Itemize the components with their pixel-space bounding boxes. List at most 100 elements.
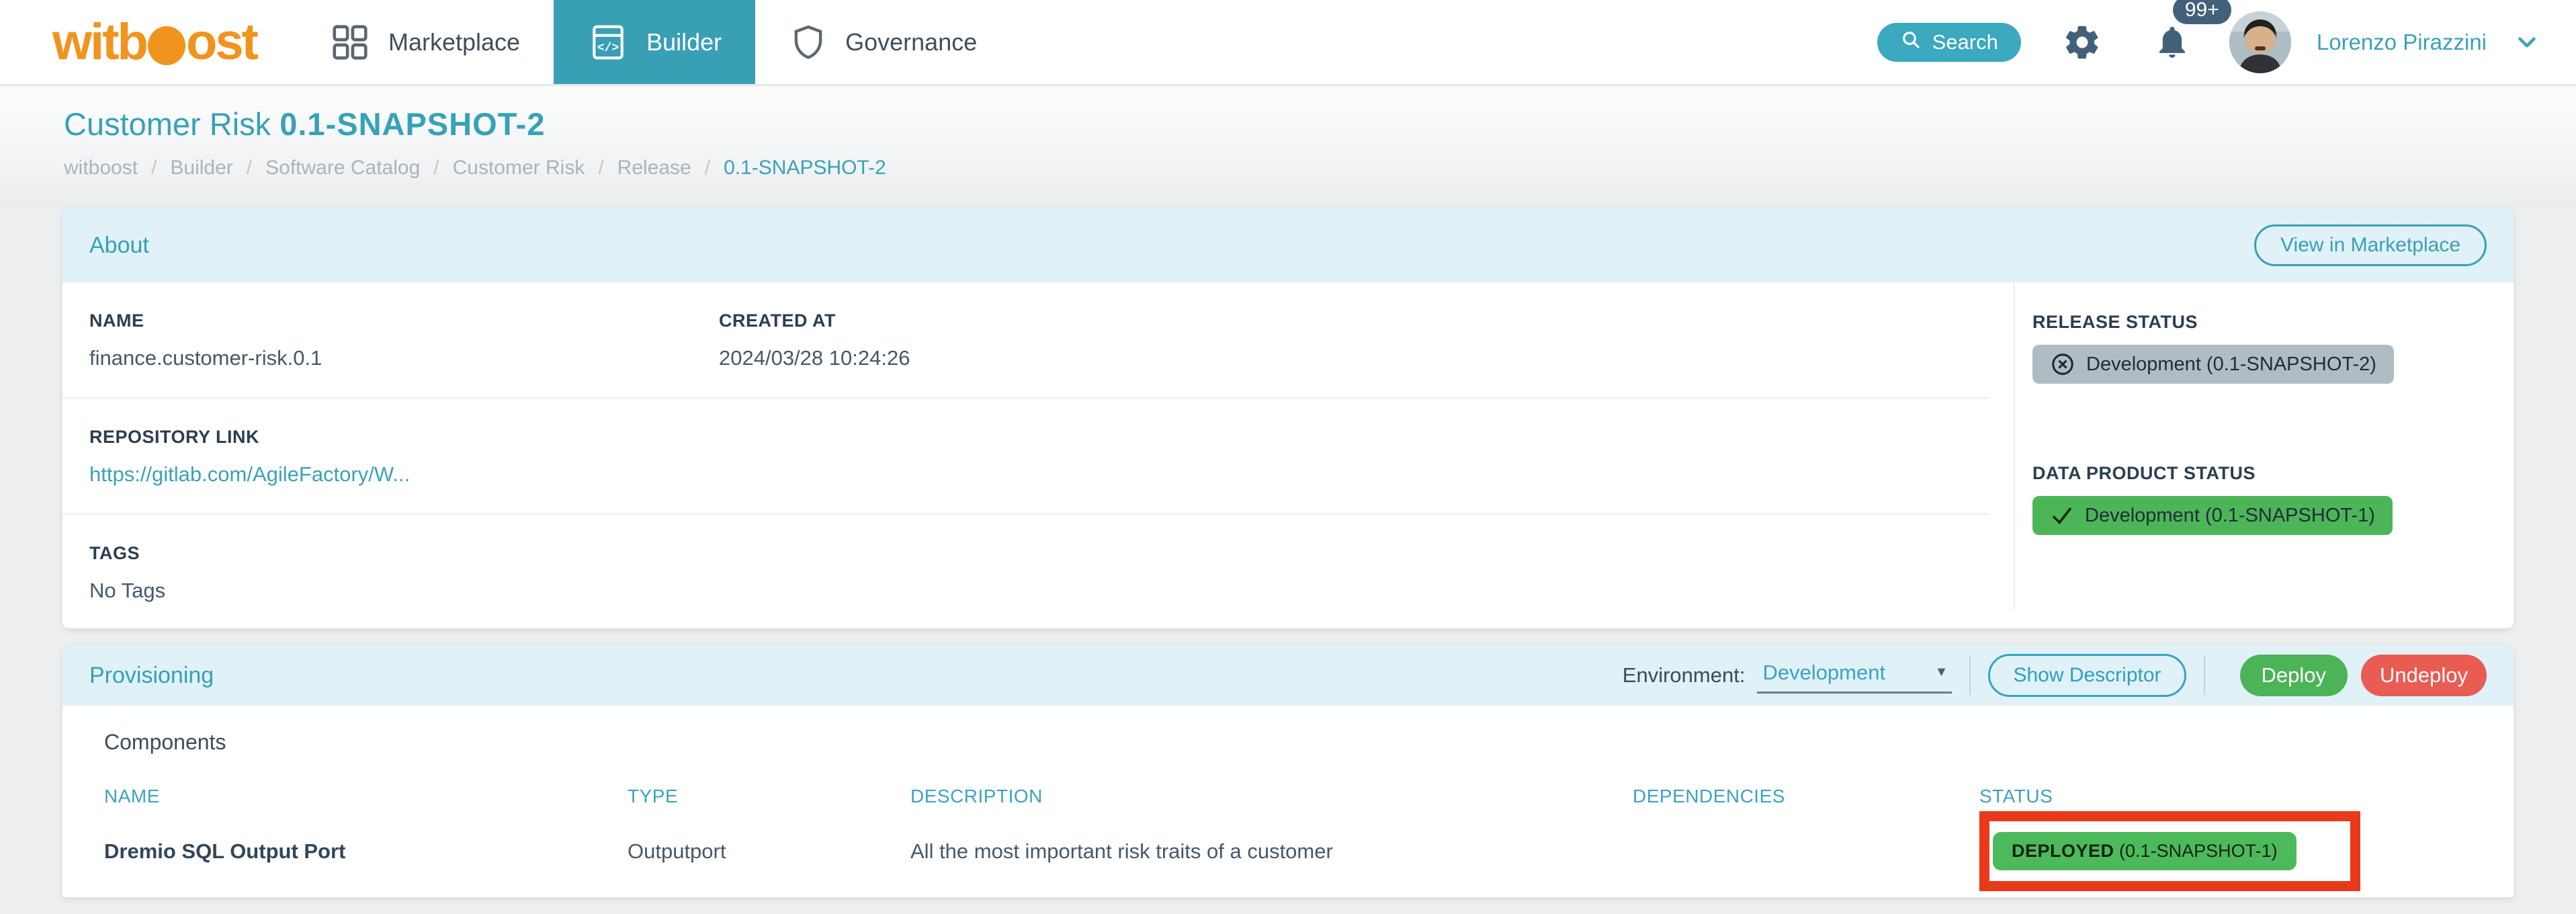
avatar[interactable] bbox=[2229, 11, 2291, 73]
field-created-at: CREATED AT 2024/03/28 10:24:26 bbox=[719, 310, 1348, 370]
avatar-photo bbox=[2229, 11, 2291, 73]
show-descriptor-button[interactable]: Show Descriptor bbox=[1988, 654, 2186, 697]
main-nav: Marketplace </> Builder G bbox=[296, 0, 1011, 84]
data-product-status-badge: Development (0.1-SNAPSHOT-1) bbox=[2032, 496, 2393, 535]
status-detail-text: (0.1-SNAPSHOT-1) bbox=[2119, 841, 2278, 861]
breadcrumb-separator: / bbox=[247, 157, 252, 179]
column-header-dependencies: DEPENDENCIES bbox=[1633, 786, 1979, 807]
page-title: Customer Risk 0.1-SNAPSHOT-2 bbox=[64, 106, 546, 142]
check-icon bbox=[2050, 503, 2074, 528]
data-product-status-text: Development (0.1-SNAPSHOT-1) bbox=[2085, 505, 2375, 527]
provisioning-card-header: Provisioning Environment: Development ▼ … bbox=[62, 645, 2514, 706]
breadcrumb-separator: / bbox=[151, 157, 157, 179]
environment-select[interactable]: Development ▼ bbox=[1757, 658, 1952, 694]
page-title-regular: Customer Risk bbox=[64, 106, 271, 142]
field-repository-link: REPOSITORY LINK https://gitlab.com/Agile… bbox=[89, 427, 719, 487]
about-row-1: NAME finance.customer-risk.0.1 CREATED A… bbox=[62, 282, 1989, 399]
about-status-column: RELEASE STATUS Development (0.1-SNAPSHOT… bbox=[2032, 312, 2394, 535]
grid-icon bbox=[329, 22, 371, 63]
nav-item-label: Builder bbox=[646, 28, 722, 56]
column-header-status: STATUS bbox=[1979, 786, 2487, 807]
logo-o-dot bbox=[148, 26, 185, 65]
top-nav-bar: witbost Marketplace </> bbox=[0, 0, 2576, 85]
component-name-cell[interactable]: Dremio SQL Output Port bbox=[104, 839, 628, 864]
component-status-badge: DEPLOYED (0.1-SNAPSHOT-1) bbox=[1993, 832, 2296, 870]
nav-item-builder[interactable]: </> Builder bbox=[554, 0, 755, 84]
user-name[interactable]: Lorenzo Pirazzini bbox=[2317, 30, 2487, 55]
breadcrumb: witboost / Builder / Software Catalog / … bbox=[64, 157, 886, 179]
column-header-type: TYPE bbox=[628, 786, 910, 807]
shield-icon bbox=[789, 23, 828, 62]
provisioning-card: Provisioning Environment: Development ▼ … bbox=[62, 645, 2514, 897]
logo-text-post: ost bbox=[186, 13, 257, 71]
provisioning-controls: Environment: Development ▼ Show Descript… bbox=[1623, 654, 2487, 697]
nav-item-marketplace[interactable]: Marketplace bbox=[296, 0, 554, 84]
about-card-body: NAME finance.customer-risk.0.1 CREATED A… bbox=[62, 282, 2514, 628]
logo-text-pre: witb bbox=[52, 13, 146, 71]
breadcrumb-item-release[interactable]: Release bbox=[617, 157, 691, 179]
page-title-version: 0.1-SNAPSHOT-2 bbox=[280, 106, 545, 142]
components-title: Components bbox=[104, 730, 2487, 755]
controls-divider bbox=[1969, 656, 1971, 695]
field-repository-link-label: REPOSITORY LINK bbox=[89, 427, 719, 448]
notifications-button[interactable]: 99+ bbox=[2154, 24, 2190, 60]
header-right-cluster: Search 99+ bbox=[1877, 0, 2539, 84]
settings-button[interactable] bbox=[2063, 23, 2102, 62]
about-section-title: About bbox=[89, 233, 149, 259]
field-name-value: finance.customer-risk.0.1 bbox=[89, 346, 719, 370]
app-root: witbost Marketplace </> bbox=[0, 0, 2576, 914]
select-arrow-icon: ▼ bbox=[1935, 665, 1948, 680]
field-tags-value: No Tags bbox=[89, 579, 719, 603]
release-status-badge: Development (0.1-SNAPSHOT-2) bbox=[2032, 345, 2394, 384]
spacer bbox=[2032, 384, 2394, 463]
about-card-header: About View in Marketplace bbox=[62, 208, 2514, 282]
table-row[interactable]: Dremio SQL Output Port Outputport All th… bbox=[104, 811, 2487, 891]
annotation-highlight-box: DEPLOYED (0.1-SNAPSHOT-1) bbox=[1979, 811, 2360, 891]
deploy-button[interactable]: Deploy bbox=[2240, 655, 2348, 696]
component-description-cell: All the most important risk traits of a … bbox=[910, 839, 1633, 864]
notifications-count-badge: 99+ bbox=[2173, 0, 2231, 24]
undeploy-button[interactable]: Undeploy bbox=[2361, 655, 2487, 696]
components-table: NAME TYPE DESCRIPTION DEPENDENCIES STATU… bbox=[104, 786, 2487, 891]
environment-selected-value: Development bbox=[1762, 661, 1885, 685]
nav-item-governance[interactable]: Governance bbox=[755, 0, 1011, 84]
status-main-text: DEPLOYED bbox=[2012, 841, 2114, 861]
column-header-name: NAME bbox=[104, 786, 628, 807]
search-icon bbox=[1900, 29, 1922, 56]
page-header-zone: Customer Risk 0.1-SNAPSHOT-2 witboost / … bbox=[0, 87, 2576, 208]
breadcrumb-item-current: 0.1-SNAPSHOT-2 bbox=[724, 157, 886, 179]
field-created-at-label: CREATED AT bbox=[719, 310, 1348, 331]
breadcrumb-separator: / bbox=[705, 157, 710, 179]
about-vertical-divider bbox=[2014, 282, 2015, 610]
data-product-status-label: DATA PRODUCT STATUS bbox=[2032, 463, 2394, 484]
view-in-marketplace-button[interactable]: View in Marketplace bbox=[2254, 224, 2487, 266]
controls-divider bbox=[2204, 656, 2205, 695]
about-card: About View in Marketplace NAME finance.c… bbox=[62, 208, 2514, 628]
field-tags: TAGS No Tags bbox=[89, 543, 719, 603]
search-button[interactable]: Search bbox=[1877, 23, 2021, 62]
witboost-logo[interactable]: witbost bbox=[52, 0, 257, 84]
component-status-cell: DEPLOYED (0.1-SNAPSHOT-1) bbox=[1979, 811, 2487, 891]
nav-item-label: Governance bbox=[845, 28, 977, 56]
search-button-label: Search bbox=[1932, 30, 1998, 54]
user-menu-toggle[interactable] bbox=[2515, 30, 2539, 54]
chevron-down-icon bbox=[2515, 30, 2539, 54]
breadcrumb-item-customer-risk[interactable]: Customer Risk bbox=[453, 157, 585, 179]
provisioning-section-title: Provisioning bbox=[89, 663, 214, 689]
breadcrumb-item-witboost[interactable]: witboost bbox=[64, 157, 138, 179]
component-type-cell: Outputport bbox=[628, 839, 910, 864]
breadcrumb-item-builder[interactable]: Builder bbox=[170, 157, 232, 179]
column-header-description: DESCRIPTION bbox=[910, 786, 1633, 807]
about-row-2: REPOSITORY LINK https://gitlab.com/Agile… bbox=[62, 399, 1989, 515]
field-created-at-value: 2024/03/28 10:24:26 bbox=[719, 346, 1348, 370]
bell-icon bbox=[2154, 24, 2190, 60]
svg-text:</>: </> bbox=[597, 41, 619, 54]
gear-icon bbox=[2063, 23, 2102, 62]
breadcrumb-separator: / bbox=[433, 157, 439, 179]
field-name-label: NAME bbox=[89, 310, 719, 331]
breadcrumb-separator: / bbox=[598, 157, 603, 179]
code-window-icon: </> bbox=[587, 22, 629, 63]
breadcrumb-item-software-catalog[interactable]: Software Catalog bbox=[265, 157, 420, 179]
repository-link[interactable]: https://gitlab.com/AgileFactory/W... bbox=[89, 462, 410, 487]
components-table-header: NAME TYPE DESCRIPTION DEPENDENCIES STATU… bbox=[104, 786, 2487, 807]
